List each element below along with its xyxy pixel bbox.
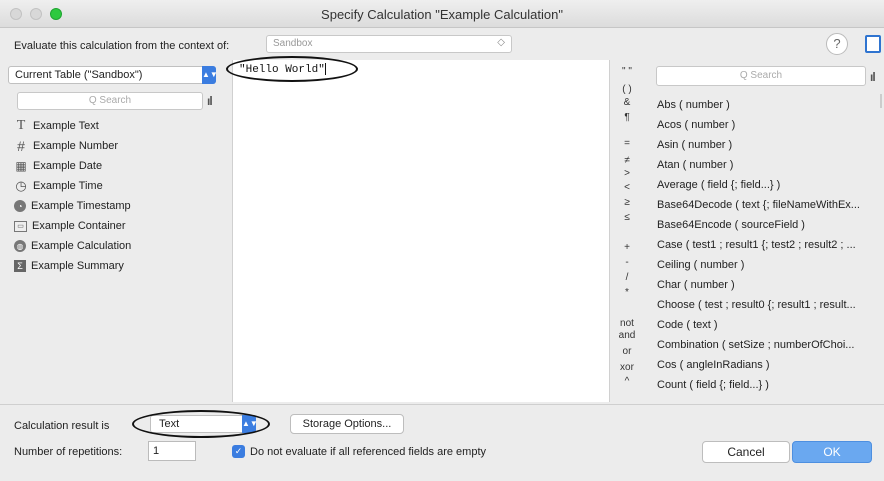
operator-plus[interactable]: + bbox=[612, 242, 642, 253]
field-item-example-timestamp[interactable]: ◔ Example Timestamp bbox=[14, 196, 224, 216]
operator-less-equal[interactable]: ≤ bbox=[612, 212, 642, 223]
operator-pilcrow[interactable]: ¶ bbox=[612, 112, 642, 123]
field-label: Example Timestamp bbox=[31, 200, 131, 212]
window-title: Specify Calculation "Example Calculation… bbox=[321, 7, 563, 22]
function-item[interactable]: Case ( test1 ; result1 {; test2 ; result… bbox=[657, 235, 881, 255]
field-list: T Example Text # Example Number ▦ Exampl… bbox=[14, 116, 224, 276]
operator-ampersand[interactable]: & bbox=[612, 97, 642, 108]
function-item[interactable]: Base64Decode ( text {; fileNameWithEx... bbox=[657, 195, 881, 215]
calculation-editor[interactable]: "Hello World" bbox=[232, 60, 610, 402]
field-item-example-summary[interactable]: Σ Example Summary bbox=[14, 256, 224, 276]
number-icon: # bbox=[17, 138, 25, 154]
annotation-ellipse-formula bbox=[226, 56, 358, 82]
operator-not-equal[interactable]: ≠ bbox=[612, 155, 642, 166]
select-arrows-icon: ◇ bbox=[497, 37, 505, 48]
repetitions-input[interactable]: 1 bbox=[148, 441, 196, 461]
function-search-input[interactable]: Q Search bbox=[656, 66, 866, 86]
function-item[interactable]: Count ( field {; field...} ) bbox=[657, 375, 881, 395]
sidebar-toggle-icon[interactable] bbox=[865, 35, 881, 53]
field-label: Example Summary bbox=[31, 260, 124, 272]
operator-palette: " " ( ) & ¶ = ≠ > < ≥ ≤ + - / * not and … bbox=[612, 60, 642, 402]
table-context-select[interactable]: Current Table ("Sandbox") ▲▼ bbox=[8, 66, 218, 84]
field-item-example-time[interactable]: ◷ Example Time bbox=[14, 176, 224, 196]
field-label: Example Date bbox=[33, 160, 103, 172]
timestamp-icon: ◔ bbox=[14, 200, 26, 212]
ok-button[interactable]: OK bbox=[792, 441, 872, 463]
field-label: Example Text bbox=[33, 120, 99, 132]
function-item[interactable]: Base64Encode ( sourceField ) bbox=[657, 215, 881, 235]
field-search-input[interactable]: Q Search bbox=[17, 92, 203, 110]
function-item[interactable]: Char ( number ) bbox=[657, 275, 881, 295]
repetitions-label: Number of repetitions: bbox=[14, 446, 123, 458]
operator-minus[interactable]: - bbox=[612, 257, 642, 268]
annotation-ellipse-result-type bbox=[132, 410, 270, 438]
operator-greater[interactable]: > bbox=[612, 168, 642, 179]
operator-divide[interactable]: / bbox=[612, 272, 642, 283]
function-item[interactable]: Asin ( number ) bbox=[657, 135, 881, 155]
calendar-icon: ▦ bbox=[15, 159, 27, 173]
operator-multiply[interactable]: * bbox=[612, 287, 642, 298]
field-item-example-number[interactable]: # Example Number bbox=[14, 136, 224, 156]
skip-empty-label: Do not evaluate if all referenced fields… bbox=[250, 446, 487, 458]
operator-equals[interactable]: = bbox=[612, 138, 642, 149]
field-label: Example Number bbox=[33, 140, 118, 152]
field-item-example-text[interactable]: T Example Text bbox=[14, 116, 224, 136]
operator-greater-equal[interactable]: ≥ bbox=[612, 197, 642, 208]
storage-options-button[interactable]: Storage Options... bbox=[290, 414, 404, 434]
function-list: Abs ( number ) Acos ( number ) Asin ( nu… bbox=[657, 95, 881, 402]
function-item[interactable]: Cos ( angleInRadians ) bbox=[657, 355, 881, 375]
function-item[interactable]: Atan ( number ) bbox=[657, 155, 881, 175]
field-label: Example Time bbox=[33, 180, 103, 192]
title-bar: Specify Calculation "Example Calculation… bbox=[0, 0, 884, 28]
help-button[interactable]: ? bbox=[826, 33, 848, 55]
container-icon: ▭ bbox=[14, 220, 27, 232]
sort-bars-icon[interactable]: ıl bbox=[207, 94, 213, 108]
operator-less[interactable]: < bbox=[612, 182, 642, 193]
function-item[interactable]: Average ( field {; field...} ) bbox=[657, 175, 881, 195]
field-item-example-calculation[interactable]: ◍ Example Calculation bbox=[14, 236, 224, 256]
table-context-value: Current Table ("Sandbox") bbox=[15, 69, 143, 81]
field-item-example-container[interactable]: ▭ Example Container bbox=[14, 216, 224, 236]
text-icon: T bbox=[16, 118, 26, 133]
context-select[interactable]: Sandbox ◇ bbox=[266, 35, 512, 53]
summary-icon: Σ bbox=[14, 260, 26, 272]
skip-empty-checkbox[interactable]: ✓ bbox=[232, 445, 245, 458]
operator-parentheses[interactable]: ( ) bbox=[612, 84, 642, 95]
function-item[interactable]: Code ( text ) bbox=[657, 315, 881, 335]
context-label: Evaluate this calculation from the conte… bbox=[14, 40, 230, 52]
field-label: Example Container bbox=[32, 220, 126, 232]
field-item-example-date[interactable]: ▦ Example Date bbox=[14, 156, 224, 176]
function-item[interactable]: Ceiling ( number ) bbox=[657, 255, 881, 275]
function-item[interactable]: Acos ( number ) bbox=[657, 115, 881, 135]
select-stepper-icon: ▲▼ bbox=[202, 66, 218, 84]
function-item[interactable]: Choose ( test ; result0 {; result1 ; res… bbox=[657, 295, 881, 315]
cancel-button[interactable]: Cancel bbox=[702, 441, 790, 463]
operator-power[interactable]: ^ bbox=[612, 376, 642, 387]
operator-quotes[interactable]: " " bbox=[612, 66, 642, 77]
field-label: Example Calculation bbox=[31, 240, 132, 252]
clock-icon: ◷ bbox=[15, 178, 27, 193]
operator-or[interactable]: or bbox=[612, 346, 642, 357]
function-view-bars-icon[interactable]: ıl bbox=[870, 70, 876, 84]
function-item[interactable]: Abs ( number ) bbox=[657, 95, 881, 115]
calculation-icon: ◍ bbox=[14, 240, 26, 252]
function-item[interactable]: Combination ( setSize ; numberOfChoi... bbox=[657, 335, 881, 355]
operator-xor[interactable]: xor bbox=[612, 362, 642, 373]
operator-and[interactable]: and bbox=[612, 330, 642, 341]
result-type-label: Calculation result is bbox=[14, 420, 110, 432]
operator-not[interactable]: not bbox=[612, 318, 642, 329]
context-value: Sandbox bbox=[273, 38, 313, 49]
